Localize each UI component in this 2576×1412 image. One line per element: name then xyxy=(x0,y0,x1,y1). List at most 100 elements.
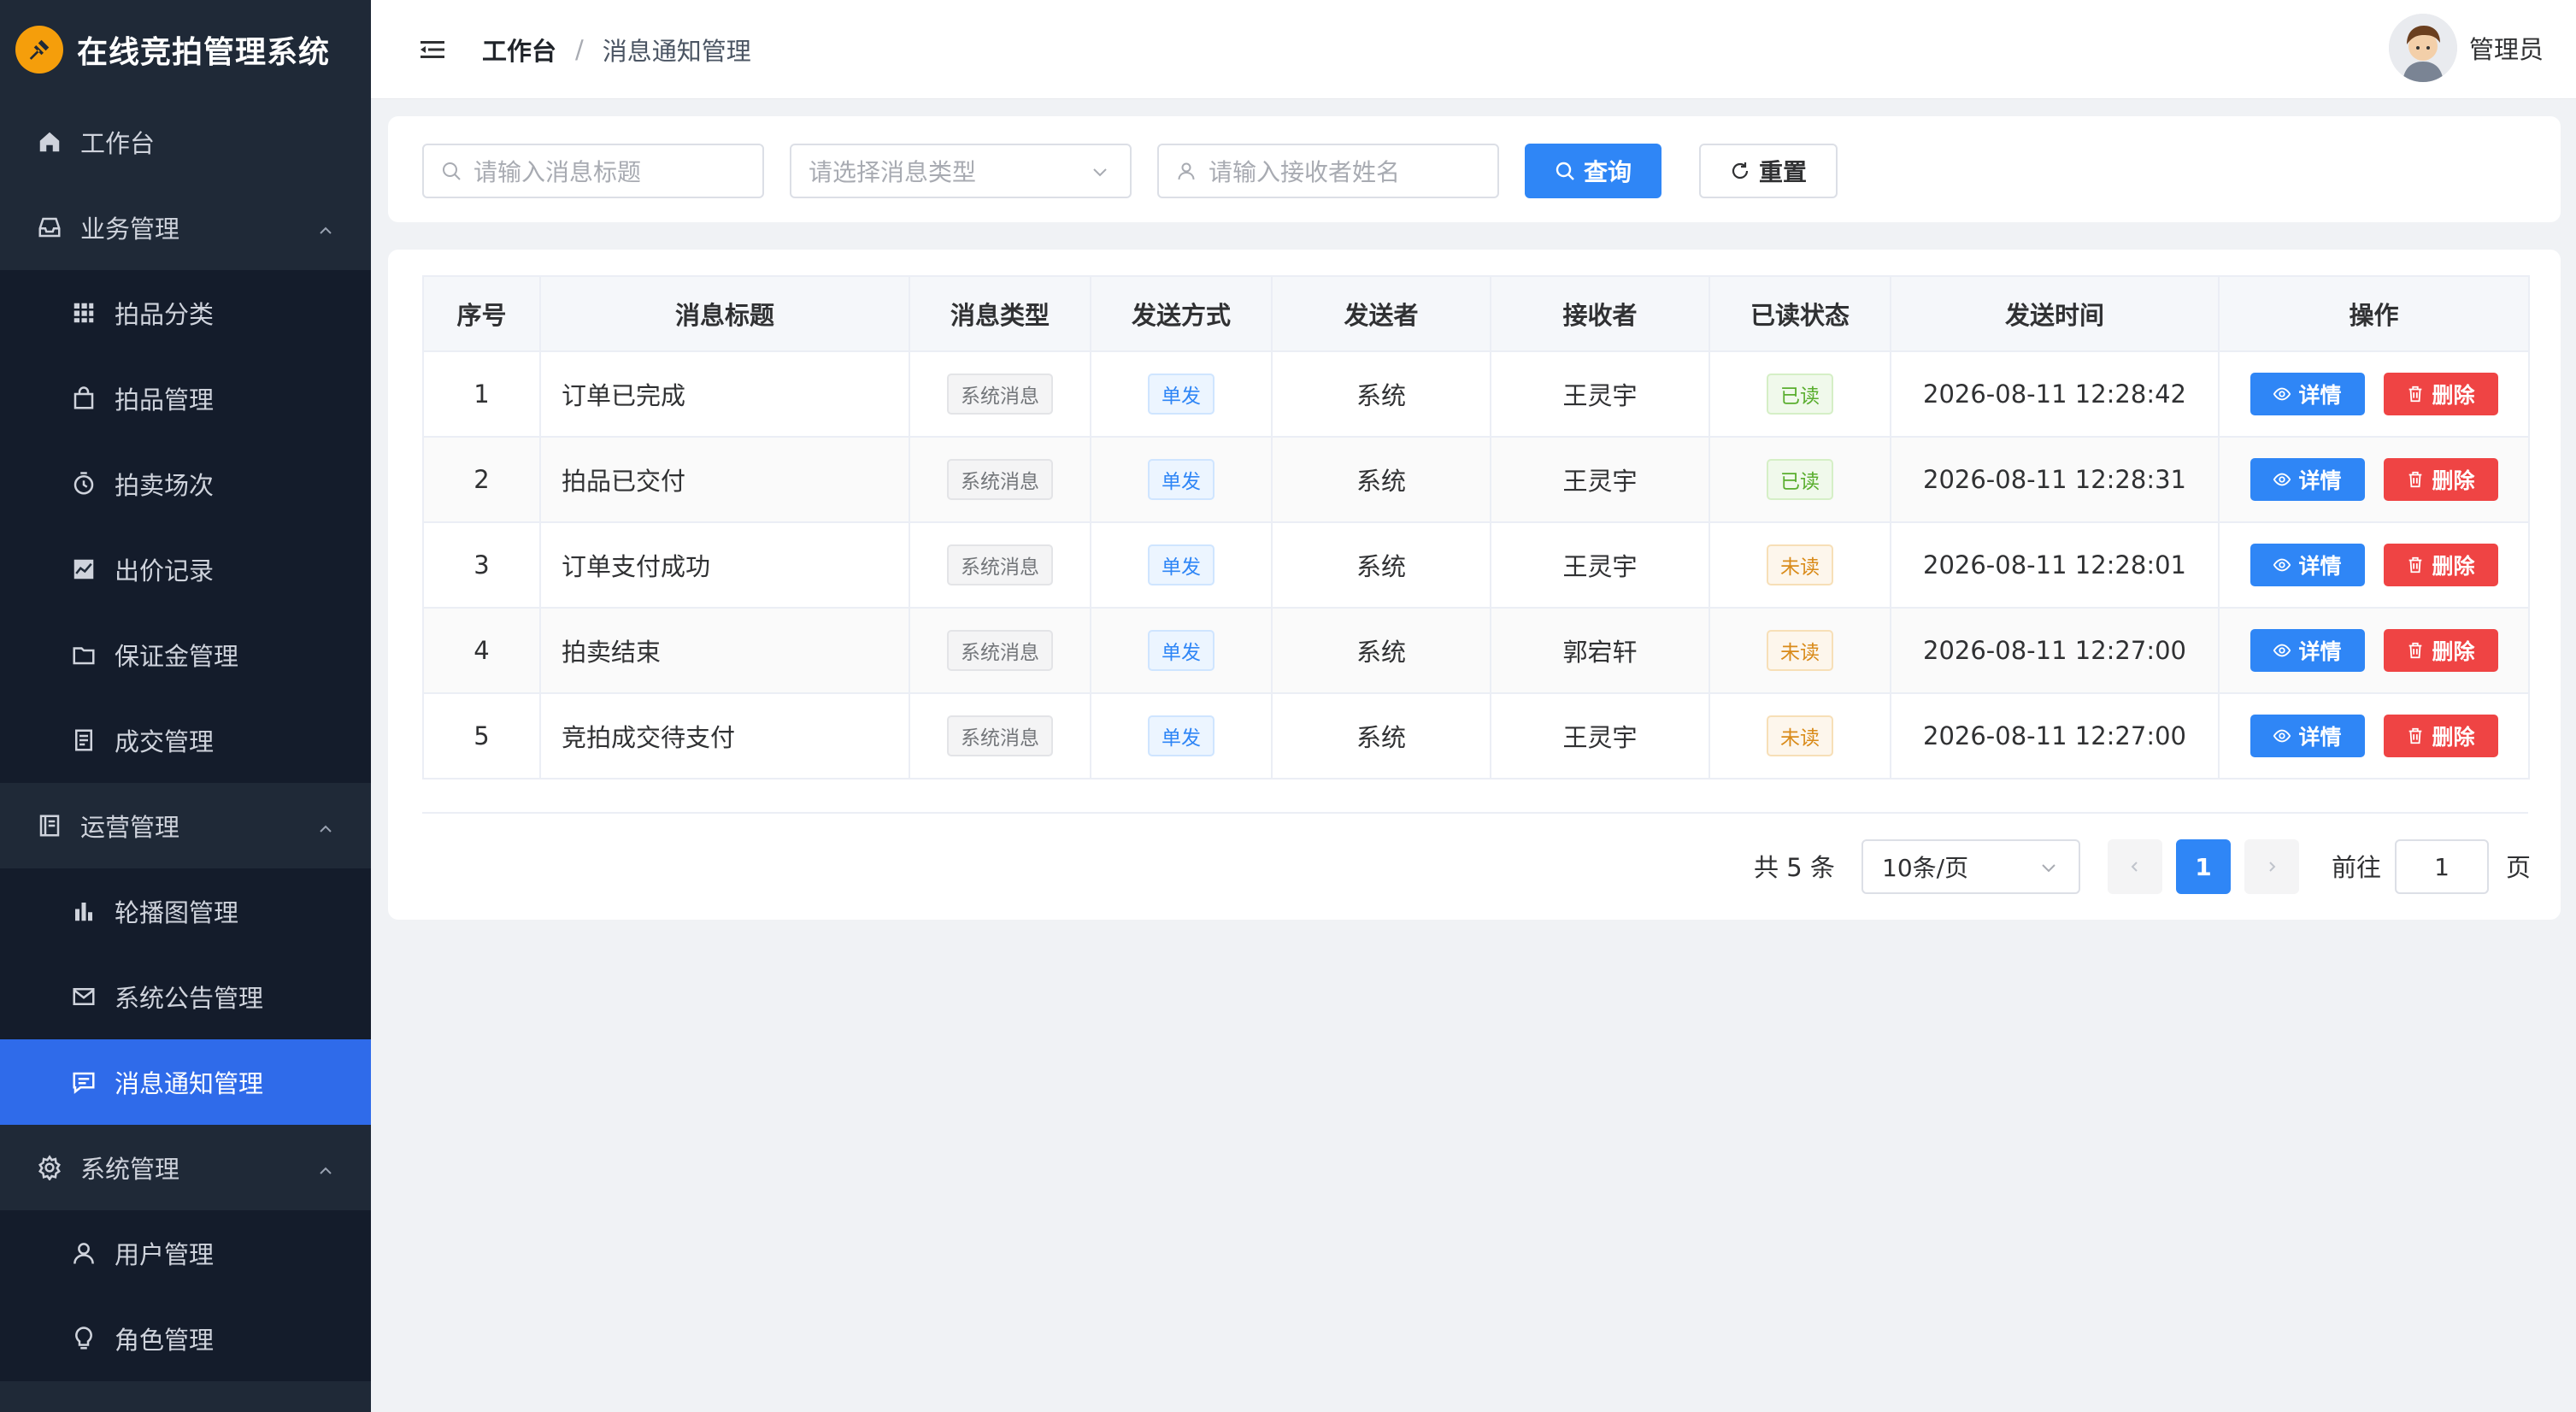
app-title: 在线竞拍管理系统 xyxy=(77,35,331,70)
detail-button[interactable]: 详情 xyxy=(2250,629,2365,672)
prev-page-button[interactable] xyxy=(2108,839,2162,894)
table-header-row: 序号 消息标题 消息类型 发送方式 发送者 接收者 已读状态 发送时间 操作 xyxy=(422,275,2530,352)
sidebar-item-14[interactable]: 角色管理 xyxy=(0,1296,371,1381)
column-header: 发送时间 xyxy=(1890,275,2220,352)
trash-icon xyxy=(2406,641,2425,660)
detail-button-label: 详情 xyxy=(2298,468,2342,493)
read-status-cell: 未读 xyxy=(1709,607,1891,694)
sender: 系统 xyxy=(1271,521,1491,609)
sidebar-item-7[interactable]: 成交管理 xyxy=(0,697,371,783)
actions-cell: 详情 删除 xyxy=(2218,350,2530,438)
grid-icon xyxy=(68,297,99,328)
sidebar-group-8[interactable]: 运营管理 xyxy=(0,783,371,868)
avatar[interactable] xyxy=(2388,14,2457,82)
eye-icon xyxy=(2273,556,2291,574)
receiver-name-input[interactable]: 请输入接收者姓名 xyxy=(1157,144,1499,198)
goto-page-input[interactable]: 1 xyxy=(2395,839,2489,894)
sidebar-item-13[interactable]: 用户管理 xyxy=(0,1210,371,1296)
table-panel: 序号 消息标题 消息类型 发送方式 发送者 接收者 已读状态 发送时间 操作 1 订单已完成 系统消… xyxy=(388,250,2561,920)
delete-button-label: 删除 xyxy=(2432,468,2475,493)
detail-button-label: 详情 xyxy=(2298,383,2342,408)
collapse-menu-icon[interactable] xyxy=(421,39,444,60)
sidebar-item-3[interactable]: 拍品管理 xyxy=(0,356,371,441)
sender: 系统 xyxy=(1271,607,1491,694)
sidebar-item-10[interactable]: 系统公告管理 xyxy=(0,954,371,1039)
message-type-cell: 系统消息 xyxy=(909,350,1091,438)
sidebar-group-0[interactable]: 工作台 xyxy=(0,99,371,185)
chevron-down-icon xyxy=(2039,858,2058,877)
actions-cell: 详情 删除 xyxy=(2218,521,2530,609)
delete-button[interactable]: 删除 xyxy=(2383,373,2498,415)
table-row: 1 订单已完成 系统消息 单发 系统 王灵宇 已读 2026-08-11 12:28:42 详情… xyxy=(422,350,2530,438)
sidebar-group-1[interactable]: 业务管理 xyxy=(0,185,371,270)
sidebar-item-4[interactable]: 拍卖场次 xyxy=(0,441,371,527)
sender: 系统 xyxy=(1271,436,1491,523)
detail-button[interactable]: 详情 xyxy=(2250,544,2365,586)
next-page-button[interactable] xyxy=(2244,839,2299,894)
read-status-cell: 已读 xyxy=(1709,350,1891,438)
search-button[interactable]: 查询 xyxy=(1525,144,1661,198)
detail-button[interactable]: 详情 xyxy=(2250,715,2365,757)
column-header: 消息标题 xyxy=(539,275,910,352)
chart-line-icon xyxy=(68,554,99,585)
detail-button[interactable]: 详情 xyxy=(2250,373,2365,415)
sidebar-item-5[interactable]: 出价记录 xyxy=(0,527,371,612)
delete-button[interactable]: 删除 xyxy=(2383,544,2498,586)
user-menu[interactable]: 管理员 xyxy=(2388,14,2544,82)
message-type-cell: 系统消息 xyxy=(909,436,1091,523)
refresh-icon xyxy=(1730,161,1750,181)
inbox-icon xyxy=(34,212,65,243)
sidebar: 在线竞拍管理系统 工作台 业务管理 拍品分类 拍品管理拍卖场次出价记录 保证金管理成交管… xyxy=(0,0,371,1412)
detail-button-label: 详情 xyxy=(2298,725,2342,750)
receiver: 王灵宇 xyxy=(1490,436,1710,523)
search-button-label: 查询 xyxy=(1583,158,1632,186)
sidebar-item-11[interactable]: 消息通知管理 xyxy=(0,1039,371,1125)
table-body: 1 订单已完成 系统消息 单发 系统 王灵宇 已读 2026-08-11 12:28:42 详情… xyxy=(422,350,2530,780)
message-type-tag: 系统消息 xyxy=(947,544,1053,585)
sidebar-item-9[interactable]: 轮播图管理 xyxy=(0,868,371,954)
read-status-badge: 未读 xyxy=(1767,630,1833,671)
trash-icon xyxy=(2406,385,2425,403)
trash-icon xyxy=(2406,556,2425,574)
eye-icon xyxy=(2273,727,2291,745)
top-header: 工作台 / 消息通知管理 管理员 xyxy=(371,0,2576,99)
message-type-cell: 系统消息 xyxy=(909,521,1091,609)
send-method-tag: 单发 xyxy=(1148,374,1214,415)
actions-cell: 详情 删除 xyxy=(2218,692,2530,780)
receiver: 王灵宇 xyxy=(1490,350,1710,438)
message-type-tag: 系统消息 xyxy=(947,374,1053,415)
reset-button[interactable]: 重置 xyxy=(1699,144,1838,198)
read-status-cell: 未读 xyxy=(1709,521,1891,609)
message-type-select[interactable]: 请选择消息类型 xyxy=(790,144,1132,198)
search-icon xyxy=(441,161,462,181)
sidebar-item-label: 系统公告管理 xyxy=(115,984,264,1013)
divider xyxy=(422,812,2528,814)
search-icon xyxy=(1555,161,1575,181)
sidebar-item-label: 拍卖场次 xyxy=(115,471,215,500)
sidebar-item-label: 成交管理 xyxy=(115,727,215,756)
read-status-cell: 未读 xyxy=(1709,692,1891,780)
page-size-select[interactable]: 10条/页 xyxy=(1861,839,2080,894)
message-title-input[interactable]: 请输入消息标题 xyxy=(422,144,764,198)
message-type-placeholder: 请选择消息类型 xyxy=(809,158,977,186)
send-time: 2026-08-11 12:28:31 xyxy=(1890,436,2220,523)
page-size-value: 10条/页 xyxy=(1882,854,1969,882)
sidebar-group-12[interactable]: 系统管理 xyxy=(0,1125,371,1210)
user-name[interactable]: 管理员 xyxy=(2469,30,2544,66)
sidebar-item-6[interactable]: 保证金管理 xyxy=(0,612,371,697)
delete-button[interactable]: 删除 xyxy=(2383,715,2498,757)
sender: 系统 xyxy=(1271,350,1491,438)
row-index: 2 xyxy=(422,436,541,523)
trash-icon xyxy=(2406,470,2425,489)
chevron-up-icon xyxy=(316,815,335,844)
breadcrumb-root[interactable]: 工作台 xyxy=(482,32,556,68)
page-number-current[interactable]: 1 xyxy=(2176,839,2231,894)
detail-button[interactable]: 详情 xyxy=(2250,458,2365,501)
column-header: 序号 xyxy=(422,275,541,352)
delete-button[interactable]: 删除 xyxy=(2383,629,2498,672)
sidebar-item-2[interactable]: 拍品分类 xyxy=(0,270,371,356)
message-type-cell: 系统消息 xyxy=(909,692,1091,780)
delete-button[interactable]: 删除 xyxy=(2383,458,2498,501)
send-method-tag: 单发 xyxy=(1148,459,1214,500)
row-index: 1 xyxy=(422,350,541,438)
